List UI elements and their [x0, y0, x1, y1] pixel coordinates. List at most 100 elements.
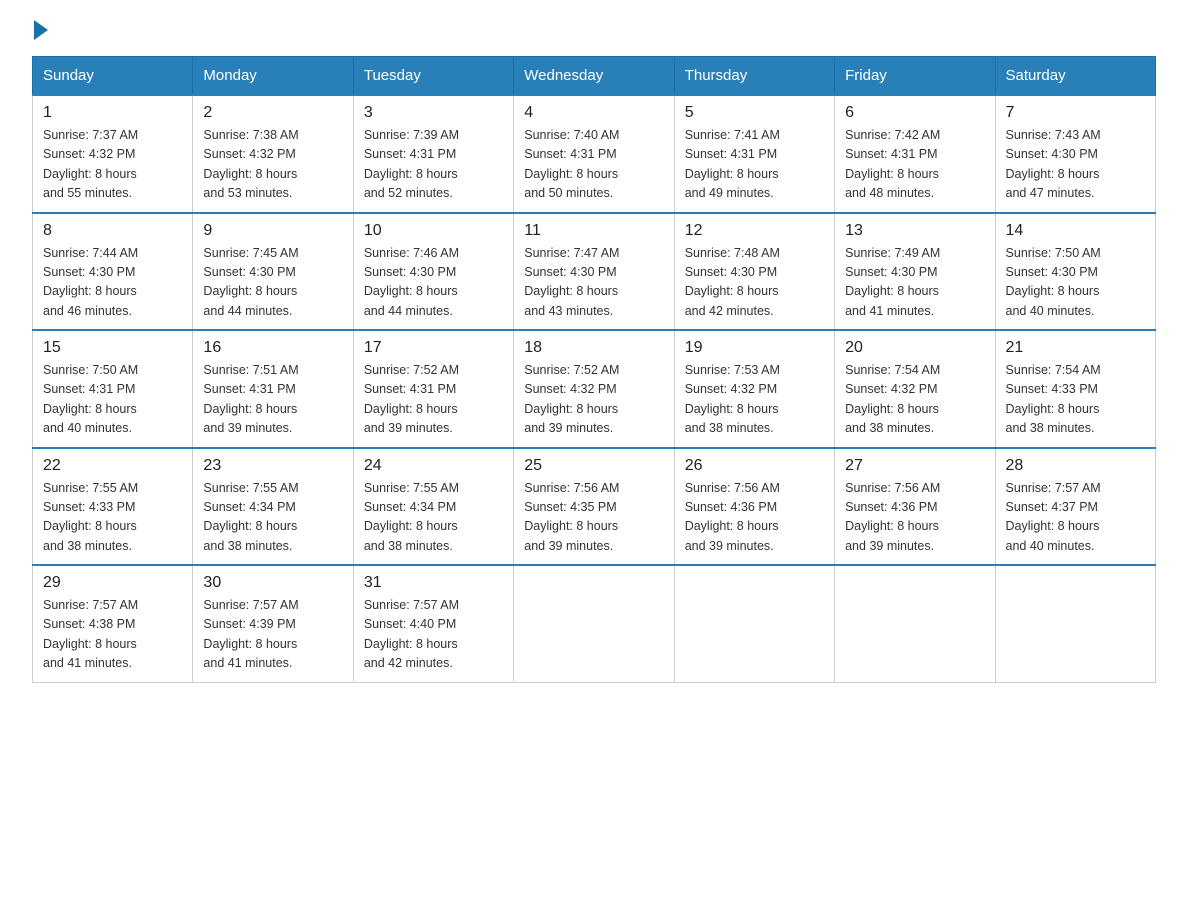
day-info: Sunrise: 7:50 AMSunset: 4:31 PMDaylight:… [43, 361, 182, 439]
day-number: 18 [524, 339, 663, 357]
day-number: 17 [364, 339, 503, 357]
day-info: Sunrise: 7:57 AMSunset: 4:40 PMDaylight:… [364, 596, 503, 674]
day-cell: 30 Sunrise: 7:57 AMSunset: 4:39 PMDayligh… [193, 565, 353, 682]
day-cell: 10Sunrise: 7:46 AMSunset: 4:30 PMDayligh… [353, 213, 513, 331]
day-cell: 9Sunrise: 7:45 AMSunset: 4:30 PMDaylight… [193, 213, 353, 331]
day-cell: 25 Sunrise: 7:56 AMSunset: 4:35 PMDayligh… [514, 448, 674, 566]
day-cell: 5 Sunrise: 7:41 AMSunset: 4:31 PMDaylight… [674, 95, 834, 213]
day-number: 28 [1006, 457, 1145, 475]
day-info: Sunrise: 7:41 AMSunset: 4:31 PMDaylight:… [685, 126, 824, 204]
day-number: 6 [845, 104, 984, 122]
day-header-friday: Friday [835, 57, 995, 96]
day-info: Sunrise: 7:51 AMSunset: 4:31 PMDaylight:… [203, 361, 342, 439]
day-header-tuesday: Tuesday [353, 57, 513, 96]
day-header-thursday: Thursday [674, 57, 834, 96]
day-cell: 20 Sunrise: 7:54 AMSunset: 4:32 PMDayligh… [835, 330, 995, 448]
day-info: Sunrise: 7:57 AMSunset: 4:37 PMDaylight:… [1006, 479, 1145, 557]
day-info: Sunrise: 7:50 AMSunset: 4:30 PMDaylight:… [1006, 244, 1145, 322]
day-info: Sunrise: 7:56 AMSunset: 4:35 PMDaylight:… [524, 479, 663, 557]
day-number: 16 [203, 339, 342, 357]
day-info: Sunrise: 7:42 AMSunset: 4:31 PMDaylight:… [845, 126, 984, 204]
day-number: 20 [845, 339, 984, 357]
day-info: Sunrise: 7:52 AMSunset: 4:32 PMDaylight:… [524, 361, 663, 439]
day-cell: 21 Sunrise: 7:54 AMSunset: 4:33 PMDayligh… [995, 330, 1155, 448]
day-number: 21 [1006, 339, 1145, 357]
logo-triangle-icon [34, 20, 48, 40]
day-number: 8 [43, 222, 182, 240]
day-info: Sunrise: 7:43 AMSunset: 4:30 PMDaylight:… [1006, 126, 1145, 204]
day-header-wednesday: Wednesday [514, 57, 674, 96]
page-header [32, 24, 1156, 40]
day-cell [995, 565, 1155, 682]
day-cell: 16 Sunrise: 7:51 AMSunset: 4:31 PMDayligh… [193, 330, 353, 448]
day-info: Sunrise: 7:55 AMSunset: 4:34 PMDaylight:… [364, 479, 503, 557]
day-cell: 8 Sunrise: 7:44 AMSunset: 4:30 PMDaylight… [33, 213, 193, 331]
week-row-4: 22 Sunrise: 7:55 AMSunset: 4:33 PMDayligh… [33, 448, 1156, 566]
day-cell: 22 Sunrise: 7:55 AMSunset: 4:33 PMDayligh… [33, 448, 193, 566]
day-cell: 18 Sunrise: 7:52 AMSunset: 4:32 PMDayligh… [514, 330, 674, 448]
day-info: Sunrise: 7:45 AMSunset: 4:30 PMDaylight:… [203, 244, 342, 322]
day-cell: 26 Sunrise: 7:56 AMSunset: 4:36 PMDayligh… [674, 448, 834, 566]
day-cell: 29 Sunrise: 7:57 AMSunset: 4:38 PMDayligh… [33, 565, 193, 682]
day-cell: 27 Sunrise: 7:56 AMSunset: 4:36 PMDayligh… [835, 448, 995, 566]
day-number: 3 [364, 104, 503, 122]
day-number: 10 [364, 222, 503, 240]
day-info: Sunrise: 7:39 AMSunset: 4:31 PMDaylight:… [364, 126, 503, 204]
day-cell: 23Sunrise: 7:55 AMSunset: 4:34 PMDayligh… [193, 448, 353, 566]
day-cell: 13Sunrise: 7:49 AMSunset: 4:30 PMDayligh… [835, 213, 995, 331]
day-number: 11 [524, 222, 663, 240]
week-row-1: 1 Sunrise: 7:37 AMSunset: 4:32 PMDaylight… [33, 95, 1156, 213]
day-info: Sunrise: 7:57 AMSunset: 4:38 PMDaylight:… [43, 596, 182, 674]
day-cell: 11 Sunrise: 7:47 AMSunset: 4:30 PMDayligh… [514, 213, 674, 331]
day-number: 29 [43, 574, 182, 592]
day-info: Sunrise: 7:37 AMSunset: 4:32 PMDaylight:… [43, 126, 182, 204]
day-info: Sunrise: 7:38 AMSunset: 4:32 PMDaylight:… [203, 126, 342, 204]
week-row-5: 29 Sunrise: 7:57 AMSunset: 4:38 PMDayligh… [33, 565, 1156, 682]
calendar-table: SundayMondayTuesdayWednesdayThursdayFrid… [32, 56, 1156, 683]
day-info: Sunrise: 7:53 AMSunset: 4:32 PMDaylight:… [685, 361, 824, 439]
day-info: Sunrise: 7:55 AMSunset: 4:33 PMDaylight:… [43, 479, 182, 557]
day-info: Sunrise: 7:54 AMSunset: 4:33 PMDaylight:… [1006, 361, 1145, 439]
day-cell [674, 565, 834, 682]
day-info: Sunrise: 7:56 AMSunset: 4:36 PMDaylight:… [845, 479, 984, 557]
day-cell: 31 Sunrise: 7:57 AMSunset: 4:40 PMDayligh… [353, 565, 513, 682]
day-number: 23 [203, 457, 342, 475]
day-cell: 2Sunrise: 7:38 AMSunset: 4:32 PMDaylight… [193, 95, 353, 213]
week-row-2: 8 Sunrise: 7:44 AMSunset: 4:30 PMDaylight… [33, 213, 1156, 331]
day-cell: 7 Sunrise: 7:43 AMSunset: 4:30 PMDaylight… [995, 95, 1155, 213]
day-number: 1 [43, 104, 182, 122]
day-number: 27 [845, 457, 984, 475]
day-header-saturday: Saturday [995, 57, 1155, 96]
day-number: 7 [1006, 104, 1145, 122]
day-number: 25 [524, 457, 663, 475]
day-number: 30 [203, 574, 342, 592]
calendar-header-row: SundayMondayTuesdayWednesdayThursdayFrid… [33, 57, 1156, 96]
day-cell: 3 Sunrise: 7:39 AMSunset: 4:31 PMDaylight… [353, 95, 513, 213]
day-info: Sunrise: 7:40 AMSunset: 4:31 PMDaylight:… [524, 126, 663, 204]
day-number: 26 [685, 457, 824, 475]
day-number: 22 [43, 457, 182, 475]
day-number: 5 [685, 104, 824, 122]
day-number: 24 [364, 457, 503, 475]
day-info: Sunrise: 7:47 AMSunset: 4:30 PMDaylight:… [524, 244, 663, 322]
day-cell [514, 565, 674, 682]
day-number: 31 [364, 574, 503, 592]
day-info: Sunrise: 7:57 AMSunset: 4:39 PMDaylight:… [203, 596, 342, 674]
day-cell: 14 Sunrise: 7:50 AMSunset: 4:30 PMDayligh… [995, 213, 1155, 331]
day-cell: 17 Sunrise: 7:52 AMSunset: 4:31 PMDayligh… [353, 330, 513, 448]
day-cell: 28 Sunrise: 7:57 AMSunset: 4:37 PMDayligh… [995, 448, 1155, 566]
day-cell: 12Sunrise: 7:48 AMSunset: 4:30 PMDayligh… [674, 213, 834, 331]
day-cell: 15 Sunrise: 7:50 AMSunset: 4:31 PMDayligh… [33, 330, 193, 448]
day-info: Sunrise: 7:52 AMSunset: 4:31 PMDaylight:… [364, 361, 503, 439]
day-info: Sunrise: 7:54 AMSunset: 4:32 PMDaylight:… [845, 361, 984, 439]
day-info: Sunrise: 7:49 AMSunset: 4:30 PMDaylight:… [845, 244, 984, 322]
day-number: 4 [524, 104, 663, 122]
day-cell [835, 565, 995, 682]
day-info: Sunrise: 7:44 AMSunset: 4:30 PMDaylight:… [43, 244, 182, 322]
day-cell: 1 Sunrise: 7:37 AMSunset: 4:32 PMDaylight… [33, 95, 193, 213]
day-number: 15 [43, 339, 182, 357]
logo [32, 24, 48, 40]
day-header-sunday: Sunday [33, 57, 193, 96]
day-number: 14 [1006, 222, 1145, 240]
day-info: Sunrise: 7:56 AMSunset: 4:36 PMDaylight:… [685, 479, 824, 557]
